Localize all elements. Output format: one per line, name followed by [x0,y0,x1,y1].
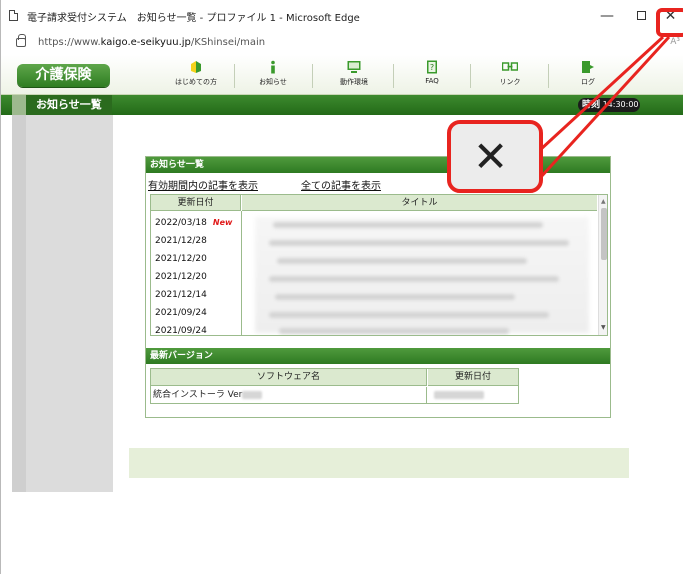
table-row[interactable]: 2021/09/24 [155,308,207,318]
redacted-title [275,294,515,300]
nav-divider [312,64,313,88]
url-field[interactable]: https://www.kaigo.e-seikyuu.jp/KShinsei/… [38,37,265,48]
redacted-title [273,222,543,228]
page-icon [9,10,18,21]
table-row[interactable]: 2022/03/18 New [155,218,232,228]
column-header-software: ソフトウェア名 [151,369,427,386]
nav-beginner[interactable]: はじめての方 [159,60,233,92]
info-icon [271,60,275,74]
footer-band [129,448,629,478]
nav-link[interactable]: リンク [473,60,547,92]
maximize-icon [636,10,646,20]
zoom-callout: ✕ [447,120,543,193]
row-date: 2021/09/24 [155,308,207,318]
row-date: 2021/12/14 [155,290,207,300]
software-date-cell [428,387,518,403]
nav-info-label: お知らせ [259,78,287,86]
brand-logo[interactable]: 介護保険 [17,64,110,87]
nav-environment[interactable]: 動作環境 [317,60,391,92]
row-date: 2022/03/18 [155,218,207,228]
window-title: 電子請求受付システム お知らせ一覧 - プロファイル 1 - Microsoft… [27,13,360,24]
software-name-cell: 統合インストーラ Ver [151,387,427,403]
row-date: 2021/09/24 [155,326,207,336]
column-divider [241,211,242,335]
redacted-title [269,240,569,246]
redacted-version [242,390,263,399]
scroll-up-icon[interactable]: ▲ [601,198,606,205]
monitor-icon [347,61,361,73]
left-sidebar [12,115,113,492]
row-date: 2021/12/28 [155,236,207,246]
nav-divider [393,64,394,88]
column-header-title[interactable]: タイトル [242,195,597,211]
nav-divider [548,64,549,88]
nav-info[interactable]: お知らせ [236,60,310,92]
table-row[interactable]: 2021/12/28 [155,236,207,246]
notice-panel: お知らせ一覧 有効期間内の記事を表示 全ての記事を表示 更新日付 タイトル 20… [145,156,611,418]
section-bar: お知らせ一覧 時刻 14:30:00 [1,95,683,115]
row-date: 2021/12/20 [155,272,207,282]
redacted-title [269,276,559,282]
page-title: お知らせ一覧 [12,95,112,115]
version-panel-title: 最新バージョン [146,348,610,364]
clock-badge: 時刻 14:30:00 [578,98,640,112]
close-icon: ✕ [473,132,509,181]
software-name: 統合インストーラ Ver [153,390,243,400]
close-button-highlight [656,8,683,37]
redacted-title [279,328,509,334]
redacted-title [269,312,549,318]
nav-beginner-label: はじめての方 [175,78,217,86]
nav-logout-label: ログ [581,78,595,86]
clock-time: 14:30:00 [602,100,639,109]
new-badge: New [212,218,233,227]
nav-faq[interactable]: ? FAQ [395,60,469,92]
table-row[interactable]: 2021/12/20 [155,272,207,282]
redacted-title [277,258,527,264]
address-bar[interactable]: https://www.kaigo.e-seikyuu.jp/KShinsei/… [1,33,683,55]
show-valid-notices-link[interactable]: 有効期間内の記事を表示 [148,177,258,192]
table-row[interactable]: 2021/12/20 [155,254,207,264]
notice-table: 更新日付 タイトル 2022/03/18 New 2021/12/28 2021/… [150,194,608,336]
show-all-notices-link[interactable]: 全ての記事を表示 [301,177,381,192]
faq-icon: ? [427,60,437,74]
read-aloud-icon[interactable]: A³ [670,37,680,47]
nav-link-label: リンク [499,78,521,86]
nav-environment-label: 動作環境 [340,78,368,86]
row-date: 2021/12/20 [155,254,207,264]
redacted-date [434,390,484,399]
app-header: 介護保険 はじめての方 お知らせ 動作環境 ? FAQ リンク ログ [1,55,683,95]
minimize-icon: — [600,8,614,24]
url-path: /KShinsei/main [190,37,266,48]
nav-divider [234,64,235,88]
maximize-button[interactable] [623,0,659,33]
column-header-date[interactable]: 更新日付 [151,195,241,211]
table-row[interactable]: 2021/09/24 [155,326,207,336]
version-table: ソフトウェア名 更新日付 統合インストーラ Ver [150,368,519,404]
beginner-icon [191,61,201,73]
clock-label: 時刻 [582,100,601,110]
scroll-thumb[interactable] [601,208,607,260]
svg-text:?: ? [430,63,434,72]
table-row[interactable]: 2021/12/14 [155,290,207,300]
url-host: kaigo.e-seikyuu.jp [100,37,191,48]
logout-icon [582,61,594,73]
browser-window: 電子請求受付システム お知らせ一覧 - プロファイル 1 - Microsoft… [0,0,683,574]
nav-faq-label: FAQ [425,77,439,85]
url-prefix: https://www. [38,37,101,48]
scroll-down-icon[interactable]: ▼ [601,324,606,331]
lock-icon [16,34,26,47]
nav-divider [470,64,471,88]
notice-scrollbar[interactable]: ▲ ▼ [598,195,607,335]
title-bar: 電子請求受付システム お知らせ一覧 - プロファイル 1 - Microsoft… [1,0,683,33]
link-icon [502,62,518,71]
column-header-date: 更新日付 [428,369,518,386]
nav-logout[interactable]: ログ [551,60,625,92]
minimize-button[interactable]: — [589,0,625,33]
